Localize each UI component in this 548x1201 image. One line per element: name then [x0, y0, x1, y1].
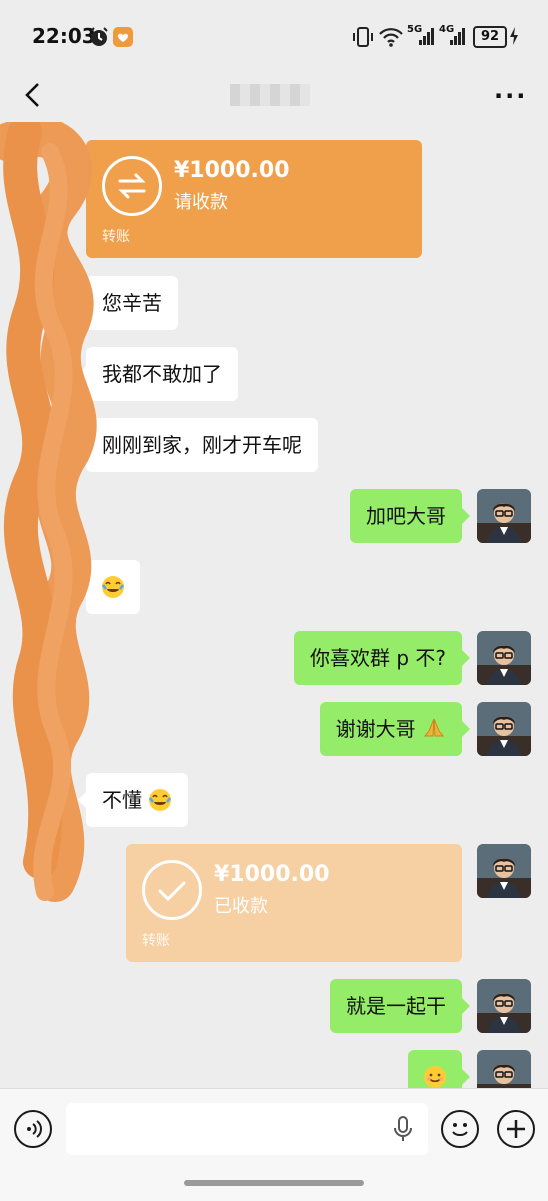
message-outgoing[interactable]: 你喜欢群 p 不? — [293, 631, 471, 685]
message-text: 您辛苦 — [102, 291, 162, 315]
avatar-illustration-icon — [477, 1050, 531, 1090]
laugh-cry-emoji-icon — [149, 789, 172, 811]
vibrate-icon — [353, 27, 373, 47]
transfer-exchange-icon — [102, 156, 162, 216]
smile-emoji-icon — [424, 1066, 446, 1088]
avatar-self[interactable] — [477, 631, 531, 685]
avatar-self[interactable] — [477, 844, 531, 898]
status-time: 22:03 — [32, 24, 96, 48]
emoji-picker-button[interactable] — [441, 1110, 479, 1148]
signal-5g-icon — [419, 28, 434, 45]
message-outgoing[interactable]: 就是一起干 — [330, 979, 470, 1033]
checkmark-icon — [142, 860, 202, 920]
message-incoming[interactable]: 您辛苦 — [78, 276, 178, 330]
message-text: 不懂 — [102, 788, 142, 812]
status-bar: 22:03 5G 4G 92 — [0, 0, 548, 70]
avatar-self[interactable] — [477, 979, 531, 1033]
back-arrow-icon[interactable] — [18, 78, 52, 112]
message-text: 你喜欢群 p 不? — [309, 646, 446, 670]
message-incoming[interactable]: 不懂 — [77, 773, 189, 827]
avatar-self[interactable] — [477, 489, 531, 543]
message-text: 谢谢大哥 — [335, 717, 416, 741]
avatar-illustration-icon — [477, 631, 531, 685]
transfer-amount: ¥1000.00 — [174, 158, 290, 183]
message-incoming[interactable]: 我都不敢加了 — [78, 347, 238, 401]
message-outgoing[interactable]: 加吧大哥 — [350, 489, 470, 543]
alarm-icon — [90, 27, 108, 46]
avatar-illustration-icon — [477, 489, 531, 543]
message-text: 我都不敢加了 — [102, 362, 222, 386]
voice-wave-icon — [27, 1120, 42, 1138]
laugh-cry-emoji-icon — [102, 576, 124, 598]
message-text: 刚刚到家，刚才开车呢 — [102, 433, 302, 457]
avatar-self[interactable] — [477, 1050, 531, 1090]
smiley-icon — [452, 1123, 468, 1136]
transfer-footer: 转账 — [102, 229, 130, 245]
signal-4g-icon — [450, 28, 465, 45]
battery-indicator: 92 — [473, 26, 507, 48]
transfer-card-pending[interactable]: ¥1000.00 请收款 转账 — [86, 140, 422, 258]
message-input[interactable] — [66, 1103, 428, 1155]
pray-hands-emoji-icon — [423, 718, 445, 737]
message-text: 加吧大哥 — [366, 504, 446, 528]
message-incoming-emoji[interactable] — [78, 560, 140, 614]
message-incoming[interactable]: 刚刚到家，刚才开车呢 — [78, 418, 318, 472]
avatar-self[interactable] — [477, 702, 531, 756]
message-list[interactable]: ¥1000.00 请收款 转账 您辛苦 我都不敢加了 刚刚到家，刚才开车呢 加吧… — [0, 122, 548, 1090]
transfer-footer: 转账 — [142, 933, 170, 949]
transfer-card-received[interactable]: ¥1000.00 已收款 转账 — [126, 844, 462, 962]
home-indicator — [184, 1180, 364, 1186]
transfer-status: 请收款 — [174, 192, 228, 213]
message-text: 就是一起干 — [346, 994, 446, 1018]
transfer-amount: ¥1000.00 — [214, 862, 330, 887]
avatar-illustration-icon — [477, 702, 531, 756]
message-outgoing[interactable]: 谢谢大哥 — [319, 702, 471, 756]
avatar-illustration-icon — [477, 844, 531, 898]
message-outgoing-emoji[interactable] — [408, 1050, 470, 1090]
transfer-status: 已收款 — [214, 896, 268, 917]
more-options-button[interactable]: ··· — [494, 82, 527, 110]
more-actions-button[interactable] — [497, 1110, 535, 1148]
avatar-illustration-icon — [477, 979, 531, 1033]
microphone-icon[interactable] — [392, 1116, 414, 1142]
chat-title-redacted — [230, 84, 310, 106]
chat-header: ··· — [0, 68, 548, 122]
app-notification-icon — [113, 27, 133, 47]
voice-mode-button[interactable] — [14, 1110, 52, 1148]
charging-icon — [510, 27, 518, 45]
plus-icon — [507, 1120, 525, 1138]
wifi-icon — [379, 28, 403, 47]
